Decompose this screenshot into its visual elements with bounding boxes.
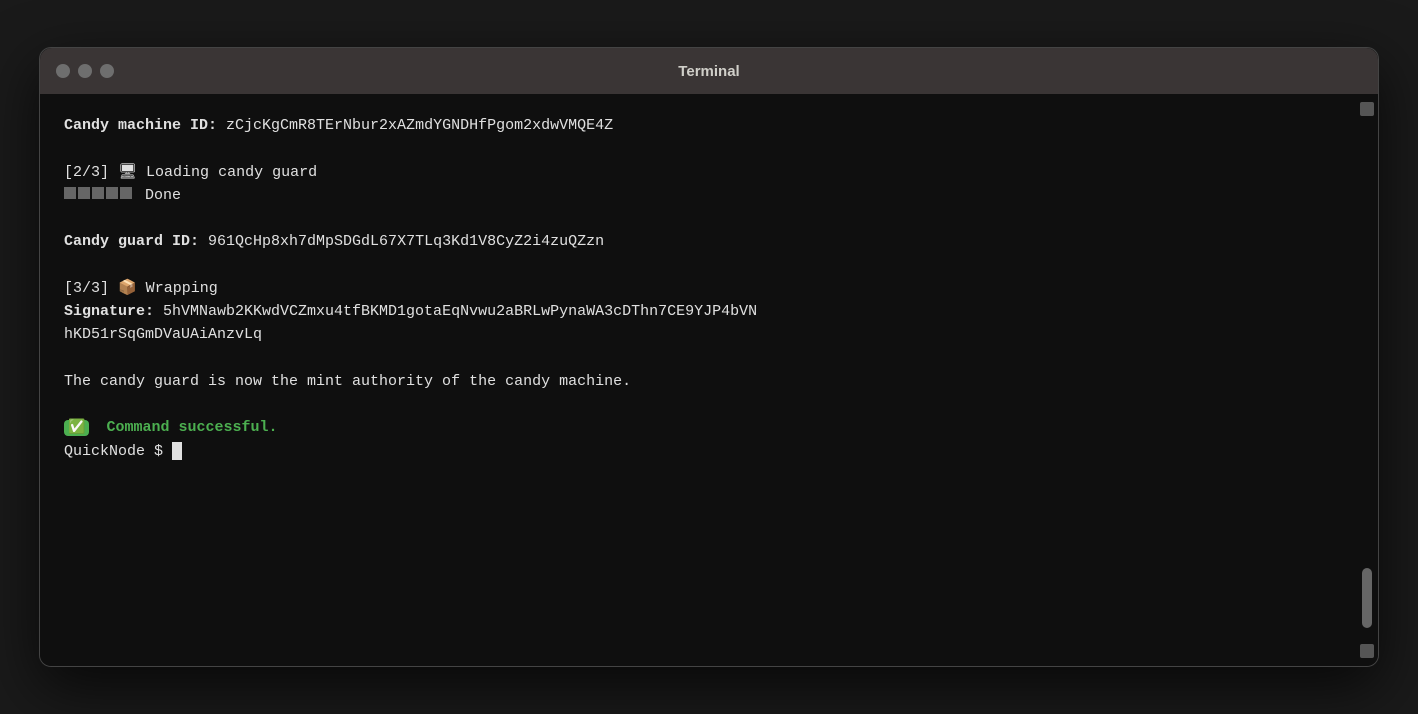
block-2 <box>78 187 90 199</box>
success-line: ✅ Command successful. <box>64 416 1334 439</box>
candy-guard-id-value: 961QcHp8xh7dMpSDGdL67X7TLq3Kd1V8CyZ2i4zu… <box>199 233 604 250</box>
wrapping-step-text: [3/3] 📦 Wrapping <box>64 280 218 297</box>
signature-value: 5hVMNawb2KKwdVCZmxu4tfBKMD1gotaEqNvwu2aB… <box>154 303 757 320</box>
progress-line: Done <box>64 184 1334 207</box>
blank-line-2 <box>64 207 1334 230</box>
signature-label: Signature: <box>64 303 154 320</box>
cursor <box>172 442 182 460</box>
scrollbar-track[interactable] <box>1360 102 1374 658</box>
wrapping-step-line: [3/3] 📦 Wrapping <box>64 277 1334 300</box>
minimize-button[interactable] <box>78 64 92 78</box>
block-3 <box>92 187 104 199</box>
block-5 <box>120 187 132 199</box>
progress-done-text: Done <box>145 187 181 204</box>
block-4 <box>106 187 118 199</box>
prompt-line: QuickNode $ <box>64 440 1334 463</box>
scrollbar-thumb[interactable] <box>1362 568 1372 628</box>
window-controls <box>56 64 114 78</box>
blank-line-3 <box>64 254 1334 277</box>
block-1 <box>64 187 76 199</box>
scrollbar-button-bottom[interactable] <box>1360 644 1374 658</box>
terminal-window: Terminal Candy machine ID: zCjcKgCmR8TEr… <box>39 47 1379 667</box>
blank-line-4 <box>64 347 1334 370</box>
candy-machine-id-value: zCjcKgCmR8TErNbur2xAZmdYGNDHfPgom2xdwVMQ… <box>217 117 613 134</box>
candy-machine-id-line: Candy machine ID: zCjcKgCmR8TErNbur2xAZm… <box>64 114 1334 137</box>
success-badge: ✅ <box>64 420 89 436</box>
prompt-text: QuickNode $ <box>64 443 163 460</box>
candy-machine-id-label: Candy machine ID: <box>64 117 217 134</box>
close-button[interactable] <box>56 64 70 78</box>
terminal-body[interactable]: Candy machine ID: zCjcKgCmR8TErNbur2xAZm… <box>40 94 1378 666</box>
progress-blocks <box>64 187 132 199</box>
signature-line: Signature: 5hVMNawb2KKwdVCZmxu4tfBKMD1go… <box>64 300 1334 323</box>
terminal-content: Candy machine ID: zCjcKgCmR8TErNbur2xAZm… <box>64 114 1354 463</box>
window-title: Terminal <box>678 63 739 80</box>
blank-line-5 <box>64 393 1334 416</box>
authority-message-text: The candy guard is now the mint authorit… <box>64 373 631 390</box>
signature-continuation: hKD51rSqGmDVaUAiAnzvLq <box>64 326 262 343</box>
candy-guard-id-line: Candy guard ID: 961QcHp8xh7dMpSDGdL67X7T… <box>64 230 1334 253</box>
success-text: Command successful. <box>106 419 277 436</box>
maximize-button[interactable] <box>100 64 114 78</box>
loading-step-text: [2/3] 🖥 Loading candy guard <box>64 164 317 181</box>
signature-line-2: hKD51rSqGmDVaUAiAnzvLq <box>64 323 1334 346</box>
loading-step-line: [2/3] 🖥 Loading candy guard <box>64 161 1334 184</box>
scrollbar-button-top[interactable] <box>1360 102 1374 116</box>
titlebar: Terminal <box>40 48 1378 94</box>
blank-line-1 <box>64 137 1334 160</box>
authority-message-line: The candy guard is now the mint authorit… <box>64 370 1334 393</box>
candy-guard-id-label: Candy guard ID: <box>64 233 199 250</box>
